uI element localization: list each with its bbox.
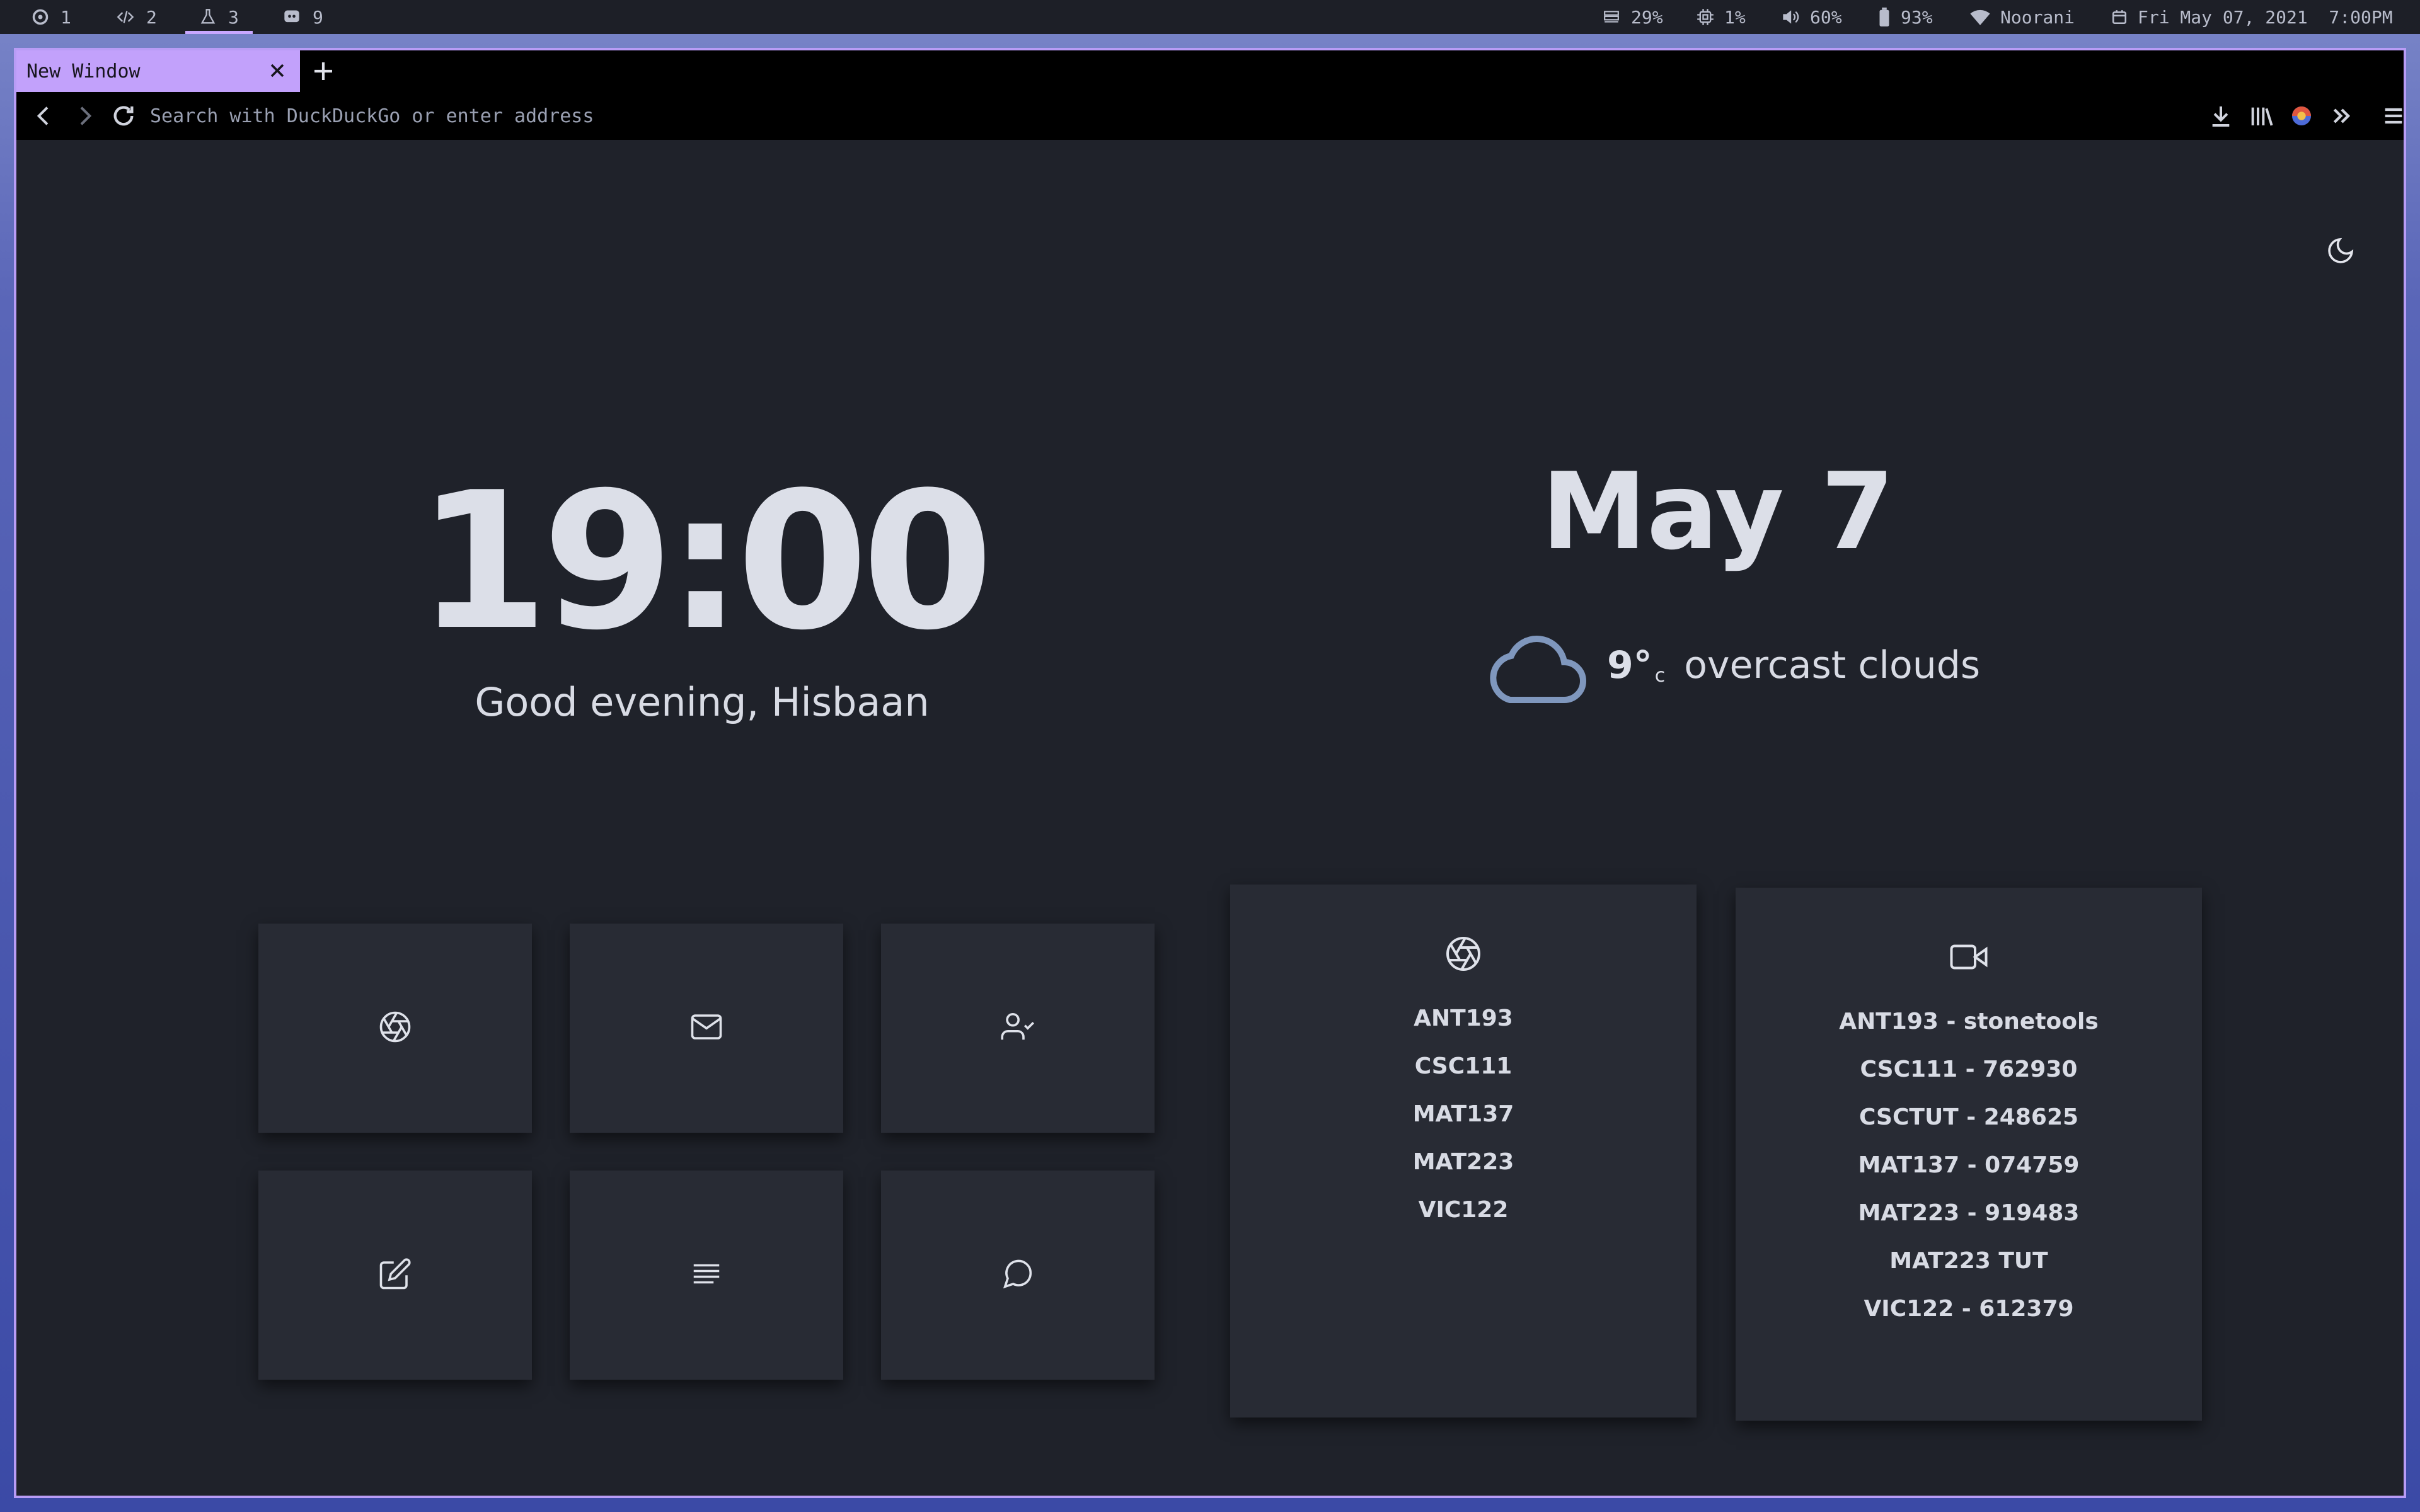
- back-icon[interactable]: [32, 103, 57, 129]
- discord-icon: [282, 8, 301, 26]
- address-bar[interactable]: Search with DuckDuckGo or enter address: [150, 103, 594, 129]
- battery-value: 93%: [1901, 6, 1933, 28]
- battery-icon: [1878, 8, 1891, 26]
- temperature-value: 9°: [1607, 643, 1652, 687]
- shortcut-tile-notes[interactable]: [570, 1171, 843, 1380]
- wifi-status[interactable]: Noorani: [1970, 0, 2075, 34]
- downloads-icon[interactable]: [2208, 103, 2233, 129]
- workspace-label: 1: [60, 6, 71, 28]
- calendar-icon: [2111, 8, 2128, 26]
- workspace-label: 2: [146, 6, 157, 28]
- mail-icon: [689, 1010, 723, 1046]
- date: May 7: [1541, 450, 1895, 573]
- wifi-name: Noorani: [2000, 6, 2075, 28]
- align-left-icon: [689, 1257, 723, 1293]
- workspace-3[interactable]: 3: [185, 0, 253, 34]
- workspace-label: 3: [228, 6, 239, 28]
- courses-panel: ANT193 CSC111 MAT137 MAT223 VIC122: [1230, 885, 1697, 1418]
- menu-icon[interactable]: [2381, 103, 2404, 129]
- meeting-link[interactable]: VIC122 - 612379: [1736, 1285, 2202, 1333]
- meetings-panel: ANT193 - stonetools CSC111 - 762930 CSCT…: [1736, 888, 2202, 1421]
- moon-icon[interactable]: [2325, 236, 2356, 266]
- reload-icon[interactable]: [111, 103, 136, 129]
- shortcut-tile-chat[interactable]: [881, 1171, 1155, 1380]
- shortcut-tile-user-check[interactable]: [881, 924, 1155, 1133]
- volume-status[interactable]: 60%: [1781, 0, 1842, 34]
- navigation-bar: Search with DuckDuckGo or enter address: [16, 92, 2404, 140]
- overflow-icon[interactable]: [2329, 103, 2354, 129]
- workspace-1[interactable]: 1: [32, 0, 71, 34]
- code-icon: [116, 8, 135, 26]
- memory-icon: [1602, 9, 1621, 25]
- greeting: Good evening, Hisbaan: [475, 679, 930, 725]
- workspace-label: 9: [313, 6, 323, 28]
- workspace-9[interactable]: 9: [282, 0, 323, 34]
- memory-status: 29%: [1602, 0, 1663, 34]
- course-link[interactable]: VIC122: [1230, 1186, 1697, 1234]
- weather-description: overcast clouds: [1684, 643, 1981, 687]
- wifi-icon: [1970, 9, 1990, 25]
- course-link[interactable]: ANT193: [1230, 995, 1697, 1043]
- new-tab-page: 19:00 Good evening, Hisbaan May 7 9° c ov…: [16, 140, 2404, 1496]
- tab-new-window[interactable]: New Window: [16, 50, 300, 92]
- close-tab-icon[interactable]: [266, 59, 289, 82]
- new-tab-icon[interactable]: [310, 58, 337, 84]
- message-circle-icon: [1001, 1257, 1035, 1293]
- extension-icon[interactable]: [2289, 103, 2314, 129]
- memory-value: 29%: [1631, 6, 1663, 28]
- edit-icon: [378, 1257, 412, 1293]
- video-icon: [1949, 938, 1989, 978]
- course-link[interactable]: CSC111: [1230, 1043, 1697, 1091]
- weather: 9° c overcast clouds: [1485, 621, 1980, 709]
- meeting-link[interactable]: ANT193 - stonetools: [1736, 998, 2202, 1046]
- aperture-icon: [378, 1010, 412, 1046]
- datetime-status[interactable]: Fri May 07, 2021 7:00PM: [2111, 0, 2393, 34]
- flask-icon: [199, 8, 217, 26]
- meeting-link[interactable]: MAT223 TUT: [1736, 1237, 2202, 1285]
- cpu-icon: [1697, 8, 1714, 26]
- firefox-icon: [32, 8, 49, 26]
- shortcut-tile-edit[interactable]: [258, 1171, 532, 1380]
- forward-icon[interactable]: [72, 103, 97, 129]
- courses-list: ANT193 CSC111 MAT137 MAT223 VIC122: [1230, 995, 1697, 1234]
- cpu-value: 1%: [1724, 6, 1746, 28]
- temperature: 9° c: [1607, 643, 1665, 687]
- course-link[interactable]: MAT137: [1230, 1091, 1697, 1138]
- tab-bar: New Window: [16, 50, 2404, 92]
- clock: 19:00: [417, 452, 994, 672]
- workspace-2[interactable]: 2: [116, 0, 157, 34]
- course-link[interactable]: MAT223: [1230, 1138, 1697, 1186]
- volume-icon: [1781, 8, 1800, 26]
- datetime-value: Fri May 07, 2021 7:00PM: [2138, 6, 2393, 28]
- library-icon[interactable]: [2249, 103, 2274, 129]
- shortcut-tile-mail[interactable]: [570, 924, 843, 1133]
- user-check-icon: [1001, 1010, 1035, 1046]
- shortcut-tile-aperture[interactable]: [258, 924, 532, 1133]
- temperature-unit: c: [1654, 665, 1666, 687]
- meeting-link[interactable]: MAT223 - 919483: [1736, 1189, 2202, 1237]
- meeting-link[interactable]: MAT137 - 074759: [1736, 1142, 2202, 1189]
- meeting-link[interactable]: CSCTUT - 248625: [1736, 1094, 2202, 1142]
- meetings-list: ANT193 - stonetools CSC111 - 762930 CSCT…: [1736, 998, 2202, 1333]
- battery-status: 93%: [1878, 0, 1933, 34]
- cpu-status: 1%: [1697, 0, 1746, 34]
- cloud-icon: [1485, 624, 1588, 706]
- aperture-icon: [1444, 935, 1482, 975]
- tab-title: New Window: [26, 60, 141, 83]
- meeting-link[interactable]: CSC111 - 762930: [1736, 1046, 2202, 1094]
- status-bar: 1 2 3 9 29% 1% 60% 93% Noorani Fri May 0…: [0, 0, 2420, 34]
- browser-window: New Window Search with DuckDuckGo or ent…: [14, 48, 2406, 1498]
- volume-value: 60%: [1810, 6, 1842, 28]
